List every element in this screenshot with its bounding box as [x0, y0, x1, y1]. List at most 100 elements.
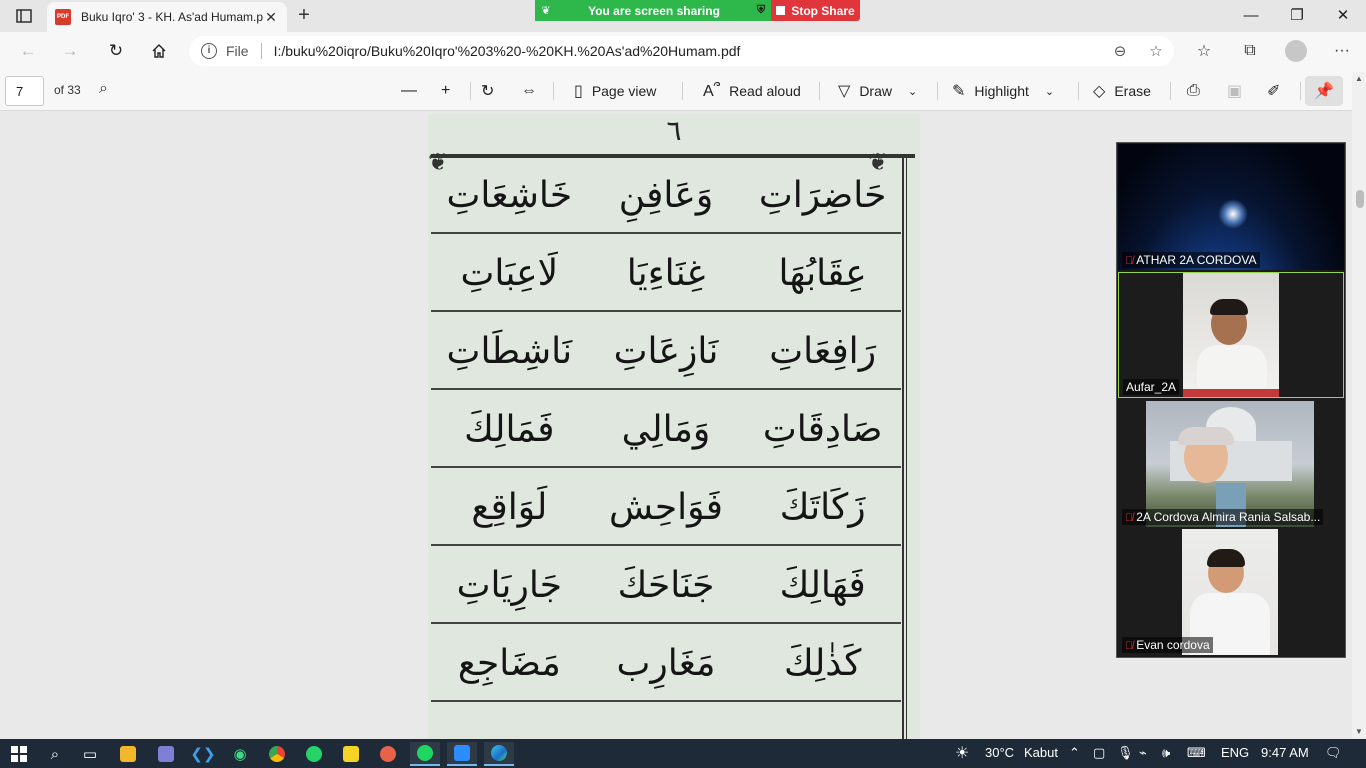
highlight-button[interactable]: ✎ Highlight ⌄	[952, 78, 1054, 104]
vscode-icon[interactable]: ❮❯	[188, 742, 218, 766]
pin-toolbar-icon[interactable]: 📌	[1305, 76, 1343, 106]
page-number-input[interactable]: 7	[5, 76, 44, 106]
close-window-icon[interactable]: ✕	[1320, 0, 1366, 30]
fit-width-icon[interactable]: ⇔	[521, 78, 546, 104]
chevron-down-icon[interactable]: ⌄	[908, 85, 917, 98]
weather-temp[interactable]: 30°C	[985, 745, 1014, 760]
browser-tab[interactable]: PDF Buku Iqro' 3 - KH. As'ad Humam.pdf ✕	[47, 2, 287, 32]
participant-name: 🎙̸ Evan cordova	[1122, 637, 1213, 653]
print-icon[interactable]: ⎙	[1187, 78, 1209, 104]
favorite-add-icon[interactable]: ☆	[1138, 42, 1174, 60]
info-icon[interactable]: i	[201, 43, 217, 59]
file-explorer-icon[interactable]	[113, 742, 143, 766]
chevron-up-icon[interactable]: ⌃	[1069, 745, 1080, 761]
task-view-icon[interactable]: ▭	[75, 742, 105, 766]
back-icon[interactable]: ←	[13, 39, 43, 63]
refresh-icon[interactable]: ↻	[101, 39, 131, 63]
url-divider	[260, 43, 262, 59]
arabic-word: جَنَاحَكَ	[617, 564, 715, 606]
zoom-icon[interactable]: ⊖	[1102, 42, 1138, 60]
tab-strip: PDF Buku Iqro' 3 - KH. As'ad Humam.pdf ✕…	[0, 0, 1366, 32]
scrollbar[interactable]: ▲ ▼	[1352, 72, 1366, 738]
earth-horizon-image	[1218, 199, 1248, 229]
muted-mic-icon: 🎙̸	[1125, 640, 1134, 652]
scroll-thumb[interactable]	[1356, 190, 1364, 208]
app-icon[interactable]	[373, 742, 403, 766]
toolbar-divider	[937, 82, 938, 100]
collections-icon[interactable]: ⧉	[1232, 38, 1268, 64]
microphone-icon[interactable]: 🎙	[1117, 745, 1134, 761]
android-studio-icon[interactable]: ◉	[225, 742, 255, 766]
minimize-icon[interactable]: —	[1228, 0, 1274, 30]
clock[interactable]: 9:47 AM	[1261, 745, 1309, 760]
video-tile[interactable]: 🎙̸ 2A Cordova Almira Rania Salsab...	[1118, 401, 1344, 527]
toolbar-divider	[1078, 82, 1079, 100]
arabic-word: غِنَاءِيَا	[626, 252, 706, 294]
chevron-down-icon[interactable]: ⌄	[1045, 85, 1054, 98]
erase-label: Erase	[1114, 83, 1151, 99]
read-aloud-icon: A՞	[703, 83, 721, 100]
arabic-word: صَادِقَاتِ	[762, 408, 883, 450]
erase-button[interactable]: ◇ Erase	[1093, 78, 1151, 104]
profile-icon[interactable]	[1278, 38, 1314, 64]
restore-icon[interactable]: ❐	[1274, 0, 1320, 30]
weather-icon[interactable]: ☀	[955, 743, 969, 763]
url-field[interactable]: i File I:/buku%20iqro/Buku%20Iqro'%203%2…	[189, 36, 1174, 66]
toolbar-divider	[819, 82, 820, 100]
video-tile[interactable]: Aufar_2A	[1118, 272, 1344, 398]
sticky-notes-icon[interactable]	[336, 742, 366, 766]
search-icon[interactable]: ⌕	[40, 742, 70, 766]
weather-desc[interactable]: Kabut	[1024, 745, 1058, 760]
language-indicator[interactable]: ENG	[1221, 745, 1249, 760]
save-icon[interactable]: ▣	[1227, 78, 1251, 104]
whatsapp-icon[interactable]	[299, 742, 329, 766]
scroll-up-icon[interactable]: ▲	[1352, 74, 1366, 83]
windows-start-icon[interactable]	[4, 742, 34, 766]
zoom-out-icon[interactable]: —	[401, 78, 426, 104]
zoom-icon[interactable]	[447, 742, 477, 766]
page-view-icon: ▯	[574, 83, 583, 100]
forward-icon[interactable]: →	[55, 39, 85, 63]
highlight-label: Highlight	[974, 83, 1029, 99]
draw-button[interactable]: ▽ Draw ⌄	[838, 78, 917, 104]
toolbar-divider	[553, 82, 554, 100]
zoom-in-icon[interactable]: +	[441, 78, 459, 104]
arabic-word: عِقَابُهَا	[778, 252, 867, 294]
home-icon[interactable]	[144, 39, 174, 63]
video-tile[interactable]: 🎙̸ Evan cordova	[1118, 529, 1344, 655]
leaf-icon: ❦	[541, 5, 551, 17]
volume-icon[interactable]: 🕪	[1162, 745, 1170, 761]
participant-name: Aufar_2A	[1123, 379, 1180, 395]
notifications-icon[interactable]: 🗨	[1325, 745, 1342, 761]
rotate-icon[interactable]: ↻	[481, 78, 503, 104]
save-as-icon[interactable]: ✐	[1267, 78, 1289, 104]
page-view-button[interactable]: ▯ Page view	[574, 78, 656, 104]
network-icon[interactable]: ⌁	[1139, 745, 1147, 761]
share-message: You are screen sharing	[588, 3, 720, 18]
spotify-icon[interactable]	[410, 742, 440, 766]
app-icon[interactable]	[151, 742, 181, 766]
edge-icon[interactable]	[484, 742, 514, 766]
url-text[interactable]: I:/buku%20iqro/Buku%20Iqro'%203%20-%20KH…	[274, 43, 1102, 59]
video-tile[interactable]: 🎙̸ ATHAR 2A CORDOVA	[1118, 144, 1344, 270]
eraser-icon: ◇	[1093, 83, 1106, 100]
scroll-down-icon[interactable]: ▼	[1352, 727, 1366, 736]
draw-label: Draw	[859, 83, 892, 99]
toolbar-divider	[1300, 82, 1301, 100]
new-tab-icon[interactable]: +	[292, 5, 316, 27]
camera-icon[interactable]: ▢	[1093, 745, 1105, 761]
chrome-icon[interactable]	[262, 742, 292, 766]
more-icon[interactable]: ···	[1324, 38, 1360, 64]
arabic-word: جَارِيَاتِ	[456, 564, 563, 606]
keyboard-icon[interactable]: ⌨	[1187, 745, 1206, 761]
arabic-word: حَاضِرَاتِ	[758, 174, 887, 216]
tab-actions-icon[interactable]	[10, 6, 38, 26]
pdf-toolbar: 7 of 33 ⌕ — + ↻ ⇔ ▯ Page view A՞ Read al…	[0, 70, 1366, 111]
search-icon[interactable]: ⌕	[99, 80, 108, 98]
url-scheme-label: File	[226, 43, 249, 59]
arabic-word: فَهَالِكَ	[779, 564, 866, 606]
close-tab-icon[interactable]: ✕	[263, 9, 279, 26]
favorites-icon[interactable]: ☆	[1186, 38, 1222, 64]
stop-share-button[interactable]: Stop Share	[771, 0, 860, 21]
read-aloud-button[interactable]: A՞ Read aloud	[703, 78, 801, 104]
